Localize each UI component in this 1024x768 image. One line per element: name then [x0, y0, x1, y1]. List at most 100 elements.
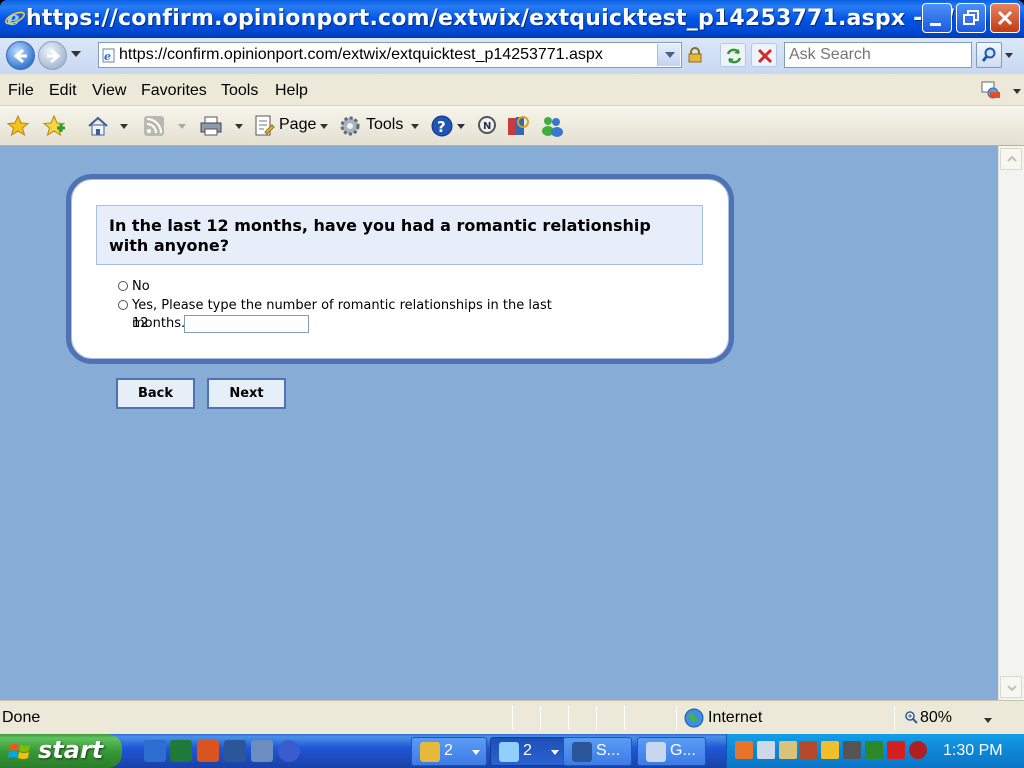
print-icon[interactable]	[199, 114, 223, 138]
zoom-dropdown[interactable]	[984, 718, 992, 723]
tray-vc-icon[interactable]	[865, 741, 883, 759]
toolbar-options-icon[interactable]	[980, 80, 1002, 100]
menu-tools[interactable]: Tools	[221, 82, 258, 100]
toolbar-options-dropdown[interactable]	[1013, 89, 1021, 94]
minimize-icon	[930, 23, 941, 26]
taskbar-group-ie[interactable]: 2	[490, 737, 566, 766]
tray-speaker-icon[interactable]	[843, 741, 861, 759]
home-dropdown[interactable]	[120, 124, 128, 129]
task-dropdown	[472, 750, 480, 755]
zoom-level[interactable]: 80%	[920, 709, 952, 727]
security-zone-text: Internet	[708, 709, 763, 726]
help-dropdown[interactable]	[457, 124, 465, 129]
search-box[interactable]	[784, 42, 972, 68]
window-title: https://confirm.opinionport.com/extwix/e…	[26, 6, 989, 31]
gear-icon[interactable]	[338, 114, 362, 138]
next-button[interactable]: Next	[207, 378, 286, 409]
back-button[interactable]: Back	[116, 378, 195, 409]
refresh-button[interactable]	[720, 43, 746, 67]
quicklaunch-media-player-icon[interactable]	[278, 740, 300, 762]
search-icon	[981, 47, 996, 62]
taskbar-group-folders[interactable]: 2	[411, 737, 487, 766]
forward-nav-button[interactable]	[38, 41, 67, 70]
ie-icon	[499, 742, 519, 762]
task-label: G...	[670, 742, 696, 759]
option-no-label[interactable]: No	[132, 278, 150, 296]
research-icon[interactable]: N	[476, 114, 500, 138]
task-count: 2	[523, 742, 532, 759]
help-icon[interactable]: ?	[430, 114, 454, 138]
add-favorite-icon[interactable]	[42, 114, 66, 138]
search-button[interactable]	[976, 42, 1002, 68]
arrow-right-icon	[47, 48, 61, 64]
quicklaunch-powerpoint-icon[interactable]	[197, 740, 219, 762]
stop-button[interactable]	[751, 43, 777, 67]
paint-icon	[646, 742, 666, 762]
zoom-icon[interactable]	[904, 710, 918, 724]
quicklaunch-ie-icon[interactable]	[144, 740, 166, 762]
title-bar: e https://confirm.opinionport.com/extwix…	[0, 0, 1024, 38]
feeds-dropdown[interactable]	[178, 124, 186, 129]
search-provider-dropdown[interactable]	[1005, 53, 1013, 58]
option-yes-label-continued: months.	[132, 316, 186, 331]
quicklaunch-word-icon[interactable]	[224, 740, 246, 762]
scroll-up-button[interactable]	[1000, 148, 1022, 170]
close-button[interactable]	[990, 3, 1020, 33]
print-dropdown[interactable]	[235, 124, 243, 129]
quicklaunch-explorer-icon[interactable]	[251, 740, 273, 762]
word-icon	[572, 742, 592, 762]
tray-security-icon[interactable]	[909, 741, 927, 759]
url-text[interactable]: https://confirm.opinionport.com/extwix/e…	[119, 43, 603, 67]
tray-lock-icon[interactable]	[779, 741, 797, 759]
scroll-down-button[interactable]	[1000, 676, 1022, 698]
command-bar: Page Tools ? N	[0, 106, 1024, 146]
translate-icon[interactable]	[506, 114, 530, 138]
address-dropdown-button[interactable]	[657, 44, 680, 66]
minimize-button[interactable]	[922, 3, 952, 33]
lock-icon[interactable]	[688, 47, 702, 63]
menu-favorites[interactable]: Favorites	[141, 82, 207, 100]
tools-dropdown[interactable]	[411, 124, 419, 129]
tray-java-icon[interactable]	[735, 741, 753, 759]
status-divider	[540, 706, 541, 730]
menu-edit[interactable]: Edit	[49, 82, 77, 100]
feeds-icon[interactable]	[142, 114, 166, 138]
page-icon[interactable]	[252, 114, 276, 138]
tray-shield-icon[interactable]	[821, 741, 839, 759]
ie-icon: e	[4, 7, 26, 29]
favorites-star-icon[interactable]	[6, 114, 30, 138]
start-label: start	[38, 736, 104, 764]
messenger-icon[interactable]	[540, 114, 564, 138]
menu-help[interactable]: Help	[275, 82, 308, 100]
page-dropdown[interactable]	[320, 124, 328, 129]
status-divider	[568, 706, 569, 730]
taskbar-paint-window[interactable]: G...	[637, 737, 706, 766]
restore-button[interactable]	[956, 3, 986, 33]
home-icon[interactable]	[86, 114, 110, 138]
search-input[interactable]	[785, 43, 971, 67]
close-icon	[997, 10, 1013, 26]
start-button[interactable]: start	[0, 734, 122, 768]
page-menu-label[interactable]: Page	[279, 116, 316, 134]
menu-view[interactable]: View	[92, 82, 126, 100]
svg-text:N: N	[483, 121, 491, 132]
task-count: 2	[444, 742, 453, 759]
recent-pages-dropdown[interactable]	[71, 51, 81, 57]
status-divider	[512, 706, 513, 730]
back-nav-button[interactable]	[6, 41, 35, 70]
address-field[interactable]: e https://confirm.opinionport.com/extwix…	[98, 42, 682, 68]
globe-icon	[684, 708, 704, 728]
relationship-count-input[interactable]	[184, 315, 309, 333]
tray-n-icon[interactable]	[887, 741, 905, 759]
tray-people-icon[interactable]	[799, 741, 817, 759]
radio-yes[interactable]	[118, 300, 128, 310]
vertical-scrollbar[interactable]	[998, 146, 1024, 700]
taskbar-word-window[interactable]: S...	[563, 737, 632, 766]
clock[interactable]: 1:30 PM	[943, 742, 1003, 760]
question-header: In the last 12 months, have you had a ro…	[96, 205, 703, 265]
tray-printer-icon[interactable]	[757, 741, 775, 759]
tools-menu-label[interactable]: Tools	[366, 116, 403, 134]
menu-file[interactable]: File	[8, 82, 34, 100]
radio-no[interactable]	[118, 281, 128, 291]
quicklaunch-excel-icon[interactable]	[170, 740, 192, 762]
